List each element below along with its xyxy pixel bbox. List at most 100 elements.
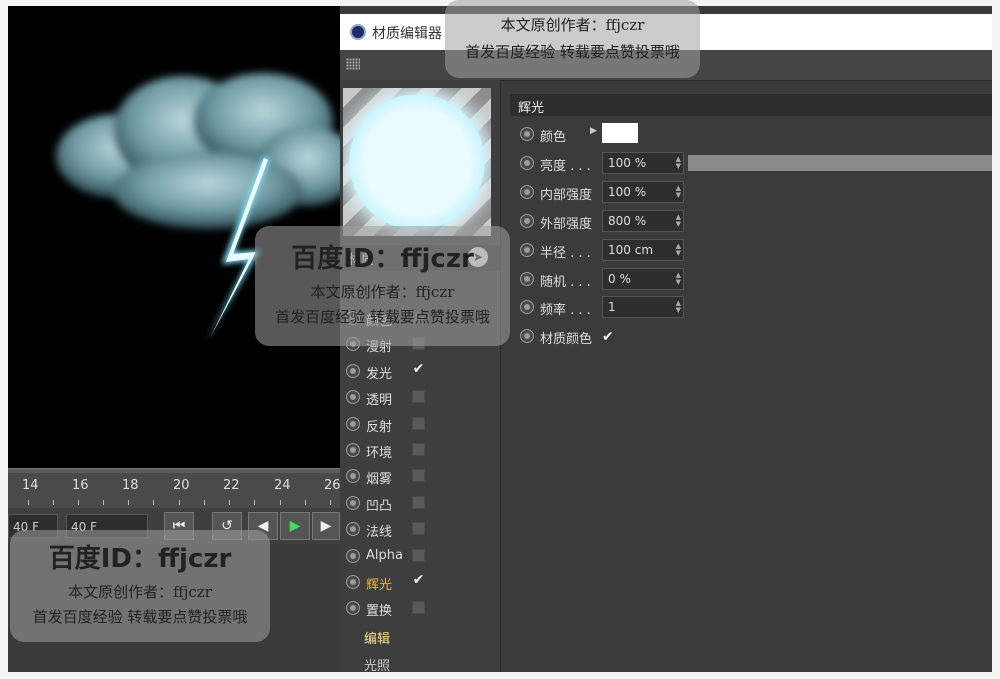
spinner-icon[interactable]: ▲ ▼ [676, 214, 681, 228]
expand-arrow-icon[interactable]: ▶ [590, 126, 597, 136]
tick-label: 22 [223, 478, 240, 493]
tick-label: 26 [324, 478, 341, 493]
tick-mark [78, 500, 79, 505]
channel-radio[interactable] [346, 548, 360, 563]
channel-row[interactable]: 辉光 ✔ [340, 570, 500, 596]
spinner-icon[interactable]: ▲ ▼ [676, 272, 681, 286]
input-value: 800 % [608, 214, 647, 228]
input-value: 100 % [608, 185, 647, 199]
tick-mark [305, 500, 306, 505]
channel-row[interactable]: Alpha [340, 544, 500, 570]
tick-mark [103, 500, 104, 505]
radius-input[interactable]: 100 cm ▲ ▼ [602, 239, 684, 261]
timeline-ruler[interactable]: 14 16 18 20 22 24 26 [8, 468, 341, 508]
tick-label: 18 [122, 478, 139, 493]
material-preview[interactable] [343, 88, 491, 236]
tick-label: 24 [274, 478, 291, 493]
channel-radio[interactable] [346, 522, 360, 537]
channel-checkbox[interactable] [412, 522, 425, 536]
channel-panel: 材质 ➤ 颜色漫射发光✔透明反射环境烟雾凹凸法线Alpha辉光✔置换 编辑 光照 [340, 80, 501, 672]
tick-mark [128, 500, 129, 505]
channel-label: 置换 [366, 604, 393, 620]
inner-strength-input[interactable]: 100 % ▲ ▼ [602, 181, 684, 203]
channel-radio[interactable] [346, 416, 360, 431]
channel-row[interactable]: 发光 ✔ [340, 359, 500, 385]
animate-radio[interactable] [520, 243, 534, 257]
spinner-icon[interactable]: ▲ ▼ [676, 156, 681, 170]
spinner-icon[interactable]: ▲ ▼ [676, 300, 681, 314]
play-button[interactable]: ▶ [280, 512, 310, 540]
channel-row[interactable]: 凹凸 [340, 491, 500, 517]
channel-checkbox[interactable] [412, 548, 425, 562]
play-icon: ▶ [289, 518, 301, 534]
material-color-checkbox[interactable]: ✔ [602, 329, 614, 345]
channel-radio[interactable] [346, 443, 360, 457]
prop-label: 亮度 . . . [540, 159, 591, 174]
animate-radio[interactable] [520, 156, 534, 170]
prop-radius: 半径 . . . 100 cm ▲ ▼ [510, 236, 992, 264]
preview-sphere [349, 94, 485, 230]
grip-icon[interactable] [346, 58, 360, 70]
brightness-input[interactable]: 100 % ▲ ▼ [602, 152, 684, 174]
properties-panel: 辉光 颜色 ▶ 亮度 . . . 100 % ▲ ▼ 内部强度 100 % ▲ ▼ [510, 94, 992, 672]
random-input[interactable]: 0 % ▲ ▼ [602, 268, 684, 290]
brightness-slider[interactable] [688, 155, 992, 171]
channel-row[interactable]: 环境 [340, 438, 500, 464]
prop-inner-strength: 内部强度 100 % ▲ ▼ [510, 178, 992, 206]
channel-checkbox[interactable] [412, 469, 425, 483]
channel-row[interactable]: 烟雾 [340, 464, 500, 490]
channel-radio[interactable] [346, 363, 360, 378]
color-swatch[interactable] [602, 123, 638, 143]
channel-radio[interactable] [346, 575, 360, 589]
step-forward-button[interactable]: ▶ [312, 512, 340, 540]
ruler-top [8, 468, 340, 473]
tick-mark [330, 500, 331, 505]
animate-radio[interactable] [520, 185, 534, 199]
tick-mark [254, 500, 255, 505]
watermark-line2: 首发百度经验 转载要点赞投票哦 [32, 608, 248, 626]
channel-checkbox[interactable]: ✔ [412, 573, 425, 588]
animate-radio[interactable] [520, 272, 534, 286]
frequency-input[interactable]: 1 ▲ ▼ [602, 296, 684, 318]
animate-radio[interactable] [520, 329, 534, 343]
tick-label: 14 [22, 478, 39, 493]
lighting-link[interactable]: 光照 [364, 655, 390, 672]
tick-label: 16 [72, 478, 89, 493]
channel-radio[interactable] [346, 390, 360, 405]
channel-checkbox[interactable] [412, 495, 425, 509]
edit-link[interactable]: 编辑 [364, 628, 390, 647]
channel-row[interactable]: 置换 [340, 596, 500, 622]
animate-radio[interactable] [520, 127, 534, 141]
animate-radio[interactable] [520, 214, 534, 228]
prop-brightness: 亮度 . . . 100 % ▲ ▼ [510, 149, 992, 177]
tick-mark [28, 500, 29, 505]
channel-row[interactable]: 法线 [340, 517, 500, 543]
watermark-line1: 本文原创作者：ffjczr [500, 16, 645, 34]
channel-radio[interactable] [346, 495, 360, 510]
channel-label: 反射 [366, 419, 393, 435]
channel-checkbox[interactable] [412, 390, 425, 404]
outer-strength-input[interactable]: 800 % ▲ ▼ [602, 210, 684, 232]
section-title: 辉光 [518, 101, 545, 116]
channel-radio[interactable] [346, 469, 360, 484]
channel-label: 法线 [366, 525, 393, 541]
channel-checkbox[interactable] [412, 443, 425, 456]
channel-label: 凹凸 [366, 498, 393, 514]
prop-label: 频率 . . . [540, 303, 591, 318]
channel-checkbox[interactable] [412, 416, 425, 430]
channel-radio[interactable] [346, 601, 360, 616]
channel-label: Alpha [366, 547, 403, 563]
spinner-icon[interactable]: ▲ ▼ [676, 185, 681, 199]
channel-row[interactable]: 反射 [340, 412, 500, 438]
channel-label: 环境 [366, 446, 393, 461]
animate-radio[interactable] [520, 300, 534, 314]
channel-checkbox[interactable]: ✔ [412, 362, 425, 377]
channel-row[interactable]: 透明 [340, 385, 500, 411]
channel-checkbox[interactable] [412, 601, 425, 615]
watermark-line2: 首发百度经验 转载要点赞投票哦 [465, 43, 680, 61]
prop-label: 颜色 [540, 130, 567, 145]
tick-mark [53, 500, 54, 505]
prop-label: 半径 . . . [540, 246, 591, 261]
spinner-icon[interactable]: ▲ ▼ [676, 243, 681, 257]
prop-random: 随机 . . . 0 % ▲ ▼ [510, 265, 992, 293]
